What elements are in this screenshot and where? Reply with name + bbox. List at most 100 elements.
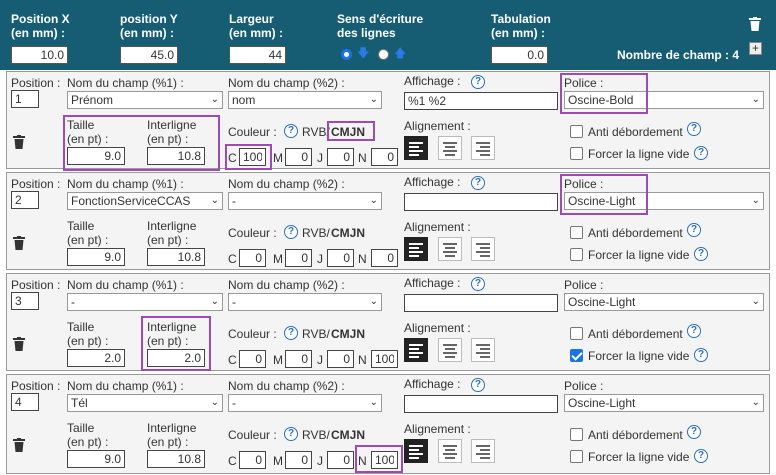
add-field-button[interactable]: + <box>749 42 762 55</box>
cmjn-label[interactable]: CMJN <box>331 327 365 341</box>
help-icon[interactable]: ? <box>687 122 701 136</box>
nom1-select[interactable]: Tél ⌄ <box>67 394 223 412</box>
align-right-button[interactable] <box>471 338 495 362</box>
help-icon[interactable]: ? <box>687 324 701 338</box>
interligne-input[interactable] <box>147 450 205 468</box>
align-center-button[interactable] <box>438 136 462 160</box>
m-input[interactable] <box>285 249 312 267</box>
position-input[interactable] <box>11 393 39 411</box>
n-input[interactable] <box>371 350 398 368</box>
help-icon[interactable]: ? <box>284 326 298 340</box>
anti-debordement-checkbox[interactable] <box>570 125 583 138</box>
m-input[interactable] <box>285 350 312 368</box>
anti-debordement-checkbox[interactable] <box>570 226 583 239</box>
c-input[interactable] <box>239 350 266 368</box>
help-icon[interactable]: ? <box>471 277 485 291</box>
police-select[interactable]: Oscine-Light ⌄ <box>564 293 764 311</box>
m-input[interactable] <box>285 148 312 166</box>
anti-debordement-checkbox[interactable] <box>570 428 583 441</box>
cmjn-label[interactable]: CMJN <box>331 428 365 442</box>
direction-down-radio[interactable] <box>341 49 352 60</box>
affichage-input[interactable] <box>404 294 558 312</box>
help-icon[interactable]: ? <box>694 348 708 362</box>
forcer-ligne-vide-checkbox[interactable] <box>570 349 583 362</box>
police-highlight <box>560 73 648 114</box>
affichage-input[interactable] <box>404 92 558 110</box>
nom1-select[interactable]: Prénom ⌄ <box>67 91 223 109</box>
couleur-label: Couleur : <box>228 428 277 442</box>
affichage-input[interactable] <box>404 395 558 413</box>
position-input[interactable] <box>11 90 39 108</box>
m-input[interactable] <box>285 451 312 469</box>
n-label: N <box>358 353 367 367</box>
interligne-input[interactable] <box>147 248 205 266</box>
direction-up-radio[interactable] <box>378 49 389 60</box>
nom1-label: Nom du champ (%1) : <box>67 379 184 393</box>
trash-icon[interactable] <box>13 135 25 149</box>
j-input[interactable] <box>327 148 354 166</box>
help-icon[interactable]: ? <box>284 124 298 138</box>
help-icon[interactable]: ? <box>284 225 298 239</box>
n-input[interactable] <box>371 249 398 267</box>
help-icon[interactable]: ? <box>687 425 701 439</box>
trash-icon[interactable] <box>13 337 25 351</box>
trash-icon[interactable] <box>13 438 25 452</box>
align-center-button[interactable] <box>438 338 462 362</box>
nom2-select[interactable]: - ⌄ <box>228 192 382 210</box>
align-left-button[interactable] <box>404 439 428 463</box>
nom2-select[interactable]: - ⌄ <box>228 394 382 412</box>
align-center-button[interactable] <box>438 439 462 463</box>
position-label: Position : <box>11 278 61 292</box>
taille-input[interactable] <box>67 349 125 367</box>
help-icon[interactable]: ? <box>694 449 708 463</box>
police-select[interactable]: Oscine-Light ⌄ <box>564 394 764 412</box>
nom1-select[interactable]: - ⌄ <box>67 293 223 311</box>
align-left-button[interactable] <box>404 237 428 261</box>
cmjn-label[interactable]: CMJN <box>331 226 365 240</box>
pos-x-input[interactable] <box>11 46 68 64</box>
j-input[interactable] <box>327 249 354 267</box>
trash-icon[interactable] <box>749 17 761 31</box>
taille-label: Taille (en pt) : <box>67 421 109 449</box>
j-input[interactable] <box>327 451 354 469</box>
help-icon[interactable]: ? <box>694 247 708 261</box>
help-icon[interactable]: ? <box>471 176 485 190</box>
n-input[interactable] <box>371 148 398 166</box>
align-center-button[interactable] <box>438 237 462 261</box>
align-left-button[interactable] <box>404 136 428 160</box>
nom2-label: Nom du champ (%2) : <box>228 278 345 292</box>
c-input[interactable] <box>239 451 266 469</box>
taille-input[interactable] <box>67 248 125 266</box>
align-right-button[interactable] <box>471 237 495 261</box>
nom1-select[interactable]: FonctionServiceCCAS ⌄ <box>67 192 223 210</box>
help-icon[interactable]: ? <box>284 427 298 441</box>
pos-y-label: position Y (en mm) : <box>120 12 178 40</box>
tabulation-input[interactable] <box>491 46 548 64</box>
help-icon[interactable]: ? <box>471 75 485 89</box>
n-highlight <box>355 445 403 473</box>
largeur-input[interactable] <box>229 46 286 64</box>
anti-debordement-checkbox[interactable] <box>570 327 583 340</box>
help-icon[interactable]: ? <box>471 378 485 392</box>
taille-input[interactable] <box>67 450 125 468</box>
forcer-ligne-vide-checkbox[interactable] <box>570 248 583 261</box>
affichage-input[interactable] <box>404 193 558 211</box>
position-input[interactable] <box>11 191 39 209</box>
j-input[interactable] <box>327 350 354 368</box>
couleur-label: Couleur : <box>228 226 277 240</box>
trash-icon[interactable] <box>13 236 25 250</box>
align-right-button[interactable] <box>471 439 495 463</box>
nom2-select[interactable]: nom ⌄ <box>228 91 382 109</box>
c-input[interactable] <box>239 249 266 267</box>
n-label: N <box>358 252 367 266</box>
align-left-button[interactable] <box>404 338 428 362</box>
position-input[interactable] <box>11 292 39 310</box>
forcer-ligne-vide-checkbox[interactable] <box>570 450 583 463</box>
nom2-select[interactable]: - ⌄ <box>228 293 382 311</box>
forcer-ligne-vide-checkbox[interactable] <box>570 147 583 160</box>
help-icon[interactable]: ? <box>694 146 708 160</box>
align-right-button[interactable] <box>471 136 495 160</box>
pos-y-input[interactable] <box>120 46 178 64</box>
help-icon[interactable]: ? <box>687 223 701 237</box>
j-label: J <box>317 151 323 165</box>
